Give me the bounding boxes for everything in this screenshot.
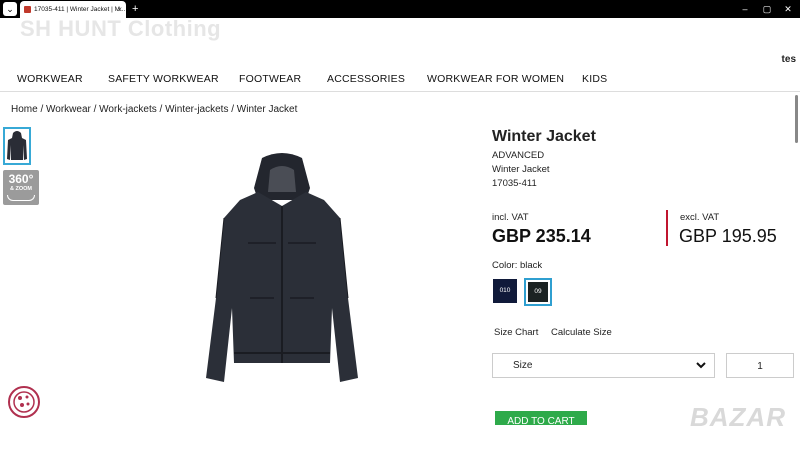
nav-item-safety-workwear[interactable]: SAFETY WORKWEAR [108, 73, 219, 85]
vat-divider [666, 210, 668, 246]
excl-vat-label: excl. VAT [680, 212, 720, 223]
cookie-settings-button[interactable] [8, 386, 40, 418]
cookie-icon [13, 391, 35, 413]
brand-logo-right[interactable]: tes [782, 54, 796, 65]
product-sku: 17035-411 [492, 178, 537, 189]
rotate-arc-icon [7, 195, 35, 201]
product-line: ADVANCED [492, 150, 545, 161]
tab-list-button[interactable]: ⌄ [3, 2, 17, 16]
minimize-button[interactable]: – [735, 0, 755, 18]
page-bottom-edge [0, 425, 800, 450]
price-excl-vat: GBP 195.95 [679, 226, 777, 246]
chevron-down-icon [696, 358, 706, 375]
tab-title: 17035-411 | Winter Jacket | M... [34, 6, 126, 13]
size-select-label: Size [513, 360, 533, 371]
favicon-icon [24, 6, 31, 13]
price-incl-vat: GBP 235.14 [492, 226, 591, 246]
product-image-jacket[interactable] [190, 148, 375, 388]
product-subtitle: Winter Jacket [492, 164, 550, 175]
size-select[interactable]: Size [492, 353, 715, 378]
nav-item-kids[interactable]: KIDS [582, 73, 607, 85]
size-chart-link[interactable]: Size Chart [494, 327, 538, 338]
thumbnail-jacket[interactable] [3, 127, 31, 165]
site-brand[interactable]: SH HUNT Clothing [20, 16, 221, 42]
page-scrollbar[interactable] [795, 95, 798, 143]
calculate-size-link[interactable]: Calculate Size [551, 327, 612, 338]
color-swatch-09-label: 09 [528, 282, 548, 302]
view360-label: 360° [8, 172, 34, 186]
maximize-button[interactable]: ▢ [757, 0, 777, 18]
nav-item-workwear-for-women[interactable]: WORKWEAR FOR WOMEN [427, 73, 564, 85]
main-nav: WORKWEAR SAFETY WORKWEAR FOOTWEAR ACCESS… [0, 70, 800, 92]
color-swatch-010[interactable]: 010 [493, 279, 517, 303]
product-title: Winter Jacket [492, 128, 596, 145]
breadcrumb[interactable]: Home / Workwear / Work-jackets / Winter-… [11, 104, 297, 115]
color-swatch-09-selected[interactable]: 09 [524, 278, 552, 306]
view-360-zoom-button[interactable]: 360° & ZOOM [3, 170, 39, 205]
nav-item-workwear[interactable]: WORKWEAR [17, 73, 83, 85]
close-window-button[interactable]: ✕ [778, 0, 798, 18]
quantity-input[interactable]: 1 [726, 353, 794, 378]
incl-vat-label: incl. VAT [492, 212, 529, 223]
nav-item-footwear[interactable]: FOOTWEAR [239, 73, 301, 85]
view360-sublabel: & ZOOM [10, 186, 32, 192]
nav-item-accessories[interactable]: ACCESSORIES [327, 73, 405, 85]
jacket-thumbnail-icon [7, 131, 27, 160]
color-label: Color: black [492, 260, 543, 271]
bazar-watermark: BAZAR [690, 402, 786, 432]
add-to-cart-button[interactable]: ADD TO CART [495, 411, 587, 425]
